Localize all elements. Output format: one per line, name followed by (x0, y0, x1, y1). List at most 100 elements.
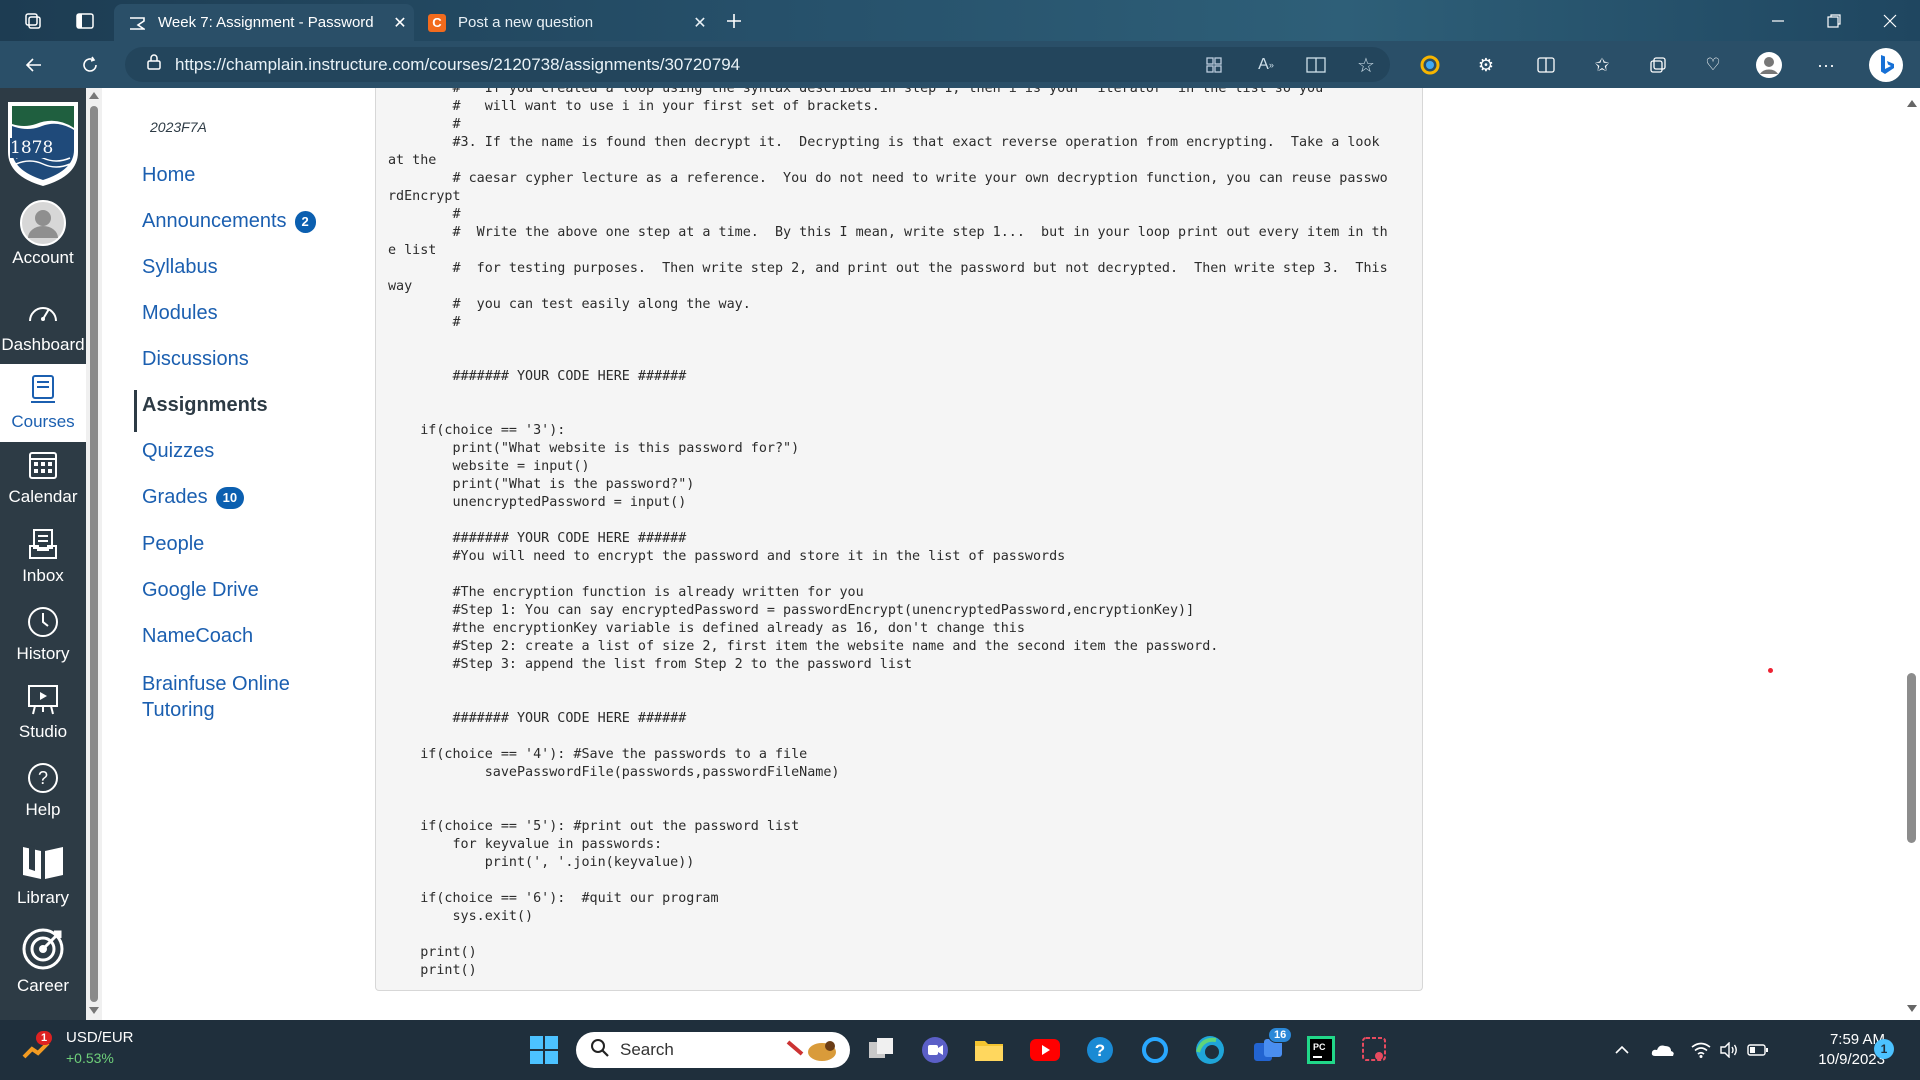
tab-close-icon[interactable]: ✕ (386, 13, 414, 33)
svg-text:PC: PC (1313, 1042, 1326, 1052)
course-nav-home[interactable]: Home (142, 164, 195, 187)
browser-toolbar: https://champlain.instructure.com/course… (0, 41, 1920, 88)
collections-icon[interactable] (1644, 51, 1672, 79)
profile-icon[interactable] (1755, 51, 1783, 79)
back-icon[interactable] (20, 51, 48, 79)
cursor-dot (1768, 668, 1773, 673)
course-nav-quizzes[interactable]: Quizzes (142, 440, 214, 463)
workspaces-icon[interactable] (20, 8, 46, 34)
search-icon (590, 1038, 610, 1063)
volume-icon[interactable] (1718, 1033, 1740, 1067)
nav-inbox[interactable]: Inbox (0, 524, 86, 586)
nav-label: Calendar (8, 487, 78, 506)
course-code: 2023F7A (150, 119, 207, 135)
restore-icon[interactable] (1806, 0, 1862, 41)
stock-widget[interactable]: 1 USD/EUR +0.53% (20, 1028, 134, 1068)
svg-text:?: ? (1095, 1041, 1105, 1060)
studio-icon (0, 680, 86, 720)
browser-tab-bar: Week 7: Assignment - Password ✕ C Post a… (0, 0, 1920, 41)
nav-account[interactable]: Account (0, 200, 86, 268)
courses-icon (0, 370, 86, 410)
teams-badge: 16 (1268, 1027, 1293, 1043)
scroll-up-icon[interactable] (89, 92, 99, 99)
read-aloud-icon[interactable]: A» (1252, 51, 1280, 79)
youtube-icon[interactable] (1028, 1033, 1062, 1067)
inbox-icon (0, 524, 86, 564)
nav-library[interactable]: Library (0, 836, 86, 908)
course-nav-people[interactable]: People (142, 533, 204, 556)
tab-post-question[interactable]: C Post a new question ✕ (414, 4, 714, 41)
nav-history[interactable]: History (0, 602, 86, 664)
nav-label: Studio (18, 722, 68, 741)
sidebar-scrollbar[interactable] (86, 88, 102, 1020)
nav-dashboard[interactable]: Dashboard (0, 293, 86, 355)
windows-taskbar: 1 USD/EUR +0.53% Search ? 16 PC 7:59 AM … (0, 1020, 1920, 1080)
course-nav-assignments[interactable]: Assignments (142, 394, 268, 417)
scroll-down-icon[interactable] (1907, 1005, 1917, 1012)
get-help-icon[interactable]: ? (1083, 1033, 1117, 1067)
taskbar-search[interactable]: Search (576, 1032, 850, 1068)
course-nav-namecoach[interactable]: NameCoach (142, 625, 253, 648)
onedrive-icon[interactable] (1648, 1033, 1678, 1067)
career-icon (0, 924, 86, 974)
course-nav-google-drive[interactable]: Google Drive (142, 579, 259, 602)
nav-help[interactable]: ? Help (0, 758, 86, 820)
refresh-icon[interactable] (76, 51, 104, 79)
task-view-icon[interactable] (864, 1033, 898, 1067)
stock-change: +0.53% (66, 1050, 114, 1066)
global-navigation: 1878 Account Dashboard Courses Calendar … (0, 88, 86, 1020)
bing-copilot-icon[interactable] (1868, 47, 1904, 83)
extensions-icon[interactable]: ⚙ (1472, 51, 1500, 79)
course-nav-announcements[interactable]: Announcements 2 (142, 210, 316, 233)
favorite-star-icon[interactable]: ☆ (1352, 51, 1380, 79)
nav-courses[interactable]: Courses (0, 364, 86, 442)
copilot-extension-icon[interactable] (1416, 51, 1444, 79)
pycharm-icon[interactable]: PC (1304, 1033, 1338, 1067)
battery-icon[interactable] (1746, 1033, 1770, 1067)
nav-calendar[interactable]: Calendar (0, 445, 86, 507)
course-nav-brainfuse[interactable]: Brainfuse Online Tutoring (142, 671, 290, 723)
dashboard-icon (0, 293, 86, 333)
course-nav-discussions[interactable]: Discussions (142, 348, 249, 371)
notification-badge[interactable]: 1 (1874, 1039, 1894, 1059)
scroll-up-icon[interactable] (1907, 100, 1917, 107)
nav-career[interactable]: Career (0, 924, 86, 996)
minimize-icon[interactable] (1750, 0, 1806, 41)
tab-actions-icon[interactable] (72, 8, 98, 34)
champlain-logo[interactable]: 1878 (6, 98, 80, 186)
library-icon (0, 836, 86, 886)
tab-assignment[interactable]: Week 7: Assignment - Password ✕ (114, 4, 414, 41)
file-explorer-icon[interactable] (972, 1033, 1006, 1067)
teams-icon[interactable]: 16 (1248, 1027, 1293, 1067)
course-nav-modules[interactable]: Modules (142, 302, 218, 325)
favorites-icon[interactable]: ✩ (1588, 51, 1616, 79)
system-clock[interactable]: 7:59 AM 10/9/2023 (1785, 1030, 1885, 1070)
scroll-down-icon[interactable] (89, 1007, 99, 1014)
stock-badge: 1 (36, 1031, 53, 1045)
edge-browser-icon[interactable] (1193, 1033, 1227, 1067)
scrollbar-thumb[interactable] (1907, 673, 1916, 843)
stock-name: USD/EUR (66, 1029, 134, 1046)
browser-essentials-icon[interactable]: ♡ (1699, 51, 1727, 79)
page-scrollbar[interactable] (1903, 88, 1920, 1020)
immersive-reader-icon[interactable] (1302, 51, 1330, 79)
cortana-icon[interactable] (1138, 1033, 1172, 1067)
show-hidden-icons[interactable] (1610, 1033, 1634, 1067)
course-nav-syllabus[interactable]: Syllabus (142, 256, 218, 279)
nav-studio[interactable]: Studio (0, 680, 86, 742)
tab-close-icon[interactable]: ✕ (686, 13, 714, 33)
close-window-icon[interactable] (1862, 0, 1918, 41)
apps-icon[interactable] (1200, 51, 1228, 79)
url-text: https://champlain.instructure.com/course… (175, 54, 741, 74)
wifi-icon[interactable] (1690, 1033, 1712, 1067)
windows-start-icon[interactable] (527, 1033, 561, 1067)
course-nav-grades[interactable]: Grades 10 (142, 486, 245, 509)
more-options-icon[interactable]: ··· (1812, 51, 1840, 79)
scrollbar-thumb[interactable] (90, 106, 98, 1002)
split-screen-icon[interactable] (1532, 51, 1560, 79)
nav-label: Dashboard (1, 335, 85, 354)
calendar-icon (0, 445, 86, 485)
new-tab-icon[interactable] (721, 8, 747, 34)
teams-chat-icon[interactable] (918, 1033, 952, 1067)
snipping-tool-icon[interactable] (1358, 1033, 1392, 1067)
